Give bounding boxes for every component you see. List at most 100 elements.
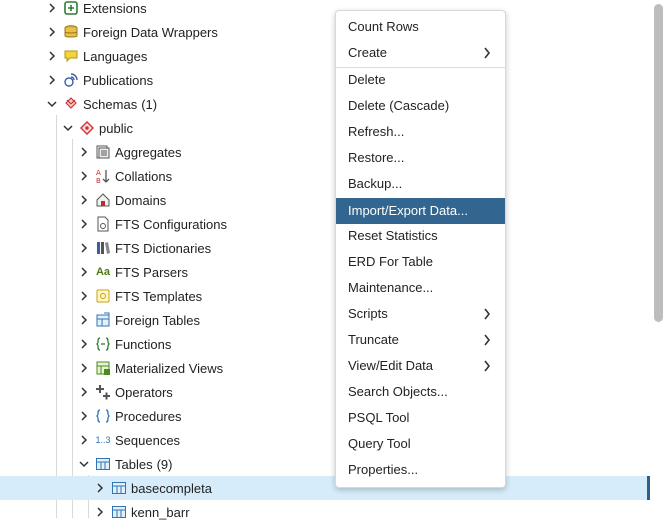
svg-text:B: B [96, 177, 101, 184]
chevron-down-icon[interactable] [61, 116, 75, 140]
tree-item-publications[interactable]: Publications [0, 68, 650, 92]
menu-item-label: Search Objects... [348, 384, 448, 399]
menu-item-label: Properties... [348, 462, 419, 477]
tree-item-label: kenn_barr [131, 504, 190, 520]
tree-item-procedures[interactable]: Procedures [0, 404, 650, 428]
tree-item-label: Collations [115, 168, 173, 184]
tree-item-schemas[interactable]: Schemas (1) [0, 92, 650, 116]
menu-item-reset-statistics[interactable]: Reset Statistics [336, 223, 505, 249]
tree-item-label: Extensions [83, 0, 147, 16]
tree-item-tables[interactable]: Tables (9) [0, 452, 650, 476]
chevron-right-icon[interactable] [77, 356, 91, 380]
tree-item-operators[interactable]: Operators [0, 380, 650, 404]
chevron-down-icon[interactable] [45, 92, 59, 116]
tree-item-materialized-views[interactable]: Materialized Views [0, 356, 650, 380]
tree-item-aggregates[interactable]: Aggregates [0, 140, 650, 164]
chevron-right-icon[interactable] [77, 188, 91, 212]
chevron-right-icon[interactable] [93, 476, 107, 500]
chevron-down-icon[interactable] [77, 452, 91, 476]
menu-item-search-objects[interactable]: Search Objects... [336, 379, 505, 405]
tree-item-sequences[interactable]: 1..3 Sequences [0, 428, 650, 452]
menu-item-count-rows[interactable]: Count Rows [336, 14, 505, 40]
tree-item-label: Foreign Data Wrappers [83, 24, 218, 40]
tree-item-functions[interactable]: Functions [0, 332, 650, 356]
tree-item-label: Aggregates [115, 144, 182, 160]
tree-item-label: Domains [115, 192, 167, 208]
chevron-right-icon[interactable] [93, 500, 107, 524]
tree-item-collations[interactable]: AB Collations [0, 164, 650, 188]
tree-item-fts-parsers[interactable]: Aa FTS Parsers [0, 260, 650, 284]
menu-item-scripts[interactable]: Scripts [336, 301, 505, 327]
materialized-views-icon [94, 356, 112, 380]
tree-item-foreign-data-wrappers[interactable]: Foreign Data Wrappers [0, 20, 650, 44]
chevron-right-icon[interactable] [77, 212, 91, 236]
chevron-right-icon[interactable] [77, 284, 91, 308]
menu-item-query-tool[interactable]: Query Tool [336, 431, 505, 457]
tree-item-label: Procedures [115, 408, 182, 424]
tree-item-extensions[interactable]: Extensions [0, 0, 650, 20]
tables-count: (9) [156, 456, 173, 472]
tree-item-foreign-tables[interactable]: Foreign Tables [0, 308, 650, 332]
menu-item-restore[interactable]: Restore... [336, 145, 505, 171]
chevron-right-icon[interactable] [77, 428, 91, 452]
chevron-right-icon[interactable] [77, 404, 91, 428]
menu-item-import-export-data[interactable]: Import/Export Data... [336, 198, 505, 224]
menu-item-label: Backup... [348, 176, 403, 191]
chevron-right-icon[interactable] [77, 164, 91, 188]
tree-item-public[interactable]: public [0, 116, 650, 140]
scrollbar-thumb[interactable] [654, 4, 663, 322]
menu-item-psql-tool[interactable]: PSQL Tool [336, 405, 505, 431]
menu-item-label: Count Rows [348, 19, 419, 34]
tree-item-fts-configurations[interactable]: FTS Configurations [0, 212, 650, 236]
schemas-icon [62, 92, 80, 116]
menu-item-label: Maintenance... [348, 280, 434, 295]
tree-item-fts-dictionaries[interactable]: FTS Dictionaries [0, 236, 650, 260]
menu-item-create[interactable]: Create [336, 40, 505, 66]
tree-item-languages[interactable]: Languages [0, 44, 650, 68]
menu-item-erd-for-table[interactable]: ERD For Table [336, 249, 505, 275]
chevron-right-icon[interactable] [77, 380, 91, 404]
foreign-tables-icon [94, 308, 112, 332]
menu-item-label: Delete (Cascade) [348, 98, 450, 113]
tree-item-kenn-barr[interactable]: kenn_barr [0, 500, 650, 524]
tree-item-fts-templates[interactable]: FTS Templates [0, 284, 650, 308]
tree-item-label: FTS Dictionaries [115, 240, 212, 256]
menu-item-delete[interactable]: Delete [336, 67, 505, 93]
languages-icon [62, 44, 80, 68]
chevron-right-icon[interactable] [45, 20, 59, 44]
menu-item-maintenance[interactable]: Maintenance... [336, 275, 505, 301]
fts-configurations-icon [94, 212, 112, 236]
chevron-right-icon[interactable] [77, 140, 91, 164]
menu-item-delete-cascade[interactable]: Delete (Cascade) [336, 93, 505, 119]
menu-item-label: View/Edit Data [348, 358, 434, 373]
table-icon [110, 476, 128, 500]
tree-item-label: FTS Parsers [115, 264, 188, 280]
functions-icon [94, 332, 112, 356]
chevron-right-icon[interactable] [77, 332, 91, 356]
menu-item-truncate[interactable]: Truncate [336, 327, 505, 353]
domains-icon [94, 188, 112, 212]
chevron-right-icon[interactable] [77, 260, 91, 284]
object-explorer-tree: Extensions Foreign Data Wrappers Languag… [0, 0, 660, 520]
schemas-count: (1) [141, 96, 158, 112]
menu-item-backup[interactable]: Backup... [336, 171, 505, 197]
menu-item-refresh[interactable]: Refresh... [336, 119, 505, 145]
tree-item-basecompleta[interactable]: basecompleta [0, 476, 650, 500]
chevron-right-icon[interactable] [45, 68, 59, 92]
menu-item-view-edit-data[interactable]: View/Edit Data [336, 353, 505, 379]
menu-item-properties[interactable]: Properties... [336, 457, 505, 483]
schema-public-icon [78, 116, 96, 140]
tables-icon [94, 452, 112, 476]
sequences-icon: 1..3 [95, 435, 111, 445]
menu-item-label: Scripts [348, 306, 388, 321]
procedures-icon [94, 404, 112, 428]
operators-icon [94, 380, 112, 404]
chevron-right-icon[interactable] [45, 44, 59, 68]
selection-indicator [647, 476, 650, 500]
chevron-right-icon[interactable] [45, 0, 59, 20]
tree-item-label: Schemas (1) [83, 92, 157, 116]
chevron-right-icon[interactable] [77, 236, 91, 260]
submenu-arrow-icon [483, 327, 491, 353]
tree-item-domains[interactable]: Domains [0, 188, 650, 212]
chevron-right-icon[interactable] [77, 308, 91, 332]
